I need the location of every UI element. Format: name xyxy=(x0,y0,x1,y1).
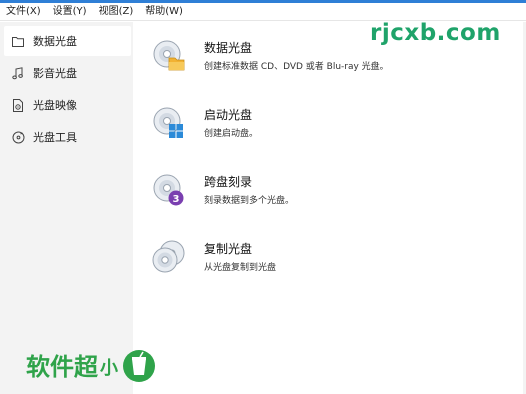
boot-disc-icon xyxy=(152,106,186,140)
copy-disc-icon xyxy=(152,240,186,274)
entry-description: 创建标准数据 CD、DVD 或者 Blu-ray 光盘。 xyxy=(204,62,389,72)
watermark-bottom: 软件超 小 xyxy=(26,349,156,383)
sidebar-item-label: 光盘工具 xyxy=(33,131,77,144)
sidebar-item-label: 数据光盘 xyxy=(33,35,77,48)
menu-view[interactable]: 视图(Z) xyxy=(99,3,134,21)
disc-tool-icon xyxy=(11,130,25,144)
watermark-top: rjcxb.com xyxy=(370,20,501,46)
span-count-badge: 3 xyxy=(173,194,180,205)
entry-title: 跨盘刻录 xyxy=(204,175,253,189)
entry-copy-disc[interactable]: 复制光盘 从光盘复制到光盘 xyxy=(152,240,512,280)
sidebar-item-disc-tools[interactable]: 光盘工具 xyxy=(4,122,131,152)
sidebar-item-label: 影音光盘 xyxy=(33,67,77,80)
entry-span-disc[interactable]: 3 跨盘刻录 刻录数据到多个光盘。 xyxy=(152,173,512,213)
sidebar-item-media-disc[interactable]: 影音光盘 xyxy=(4,58,131,88)
folder-icon xyxy=(11,34,25,48)
menu-bar: 文件(X) 设置(Y) 视图(Z) 帮助(W) xyxy=(0,3,526,21)
menu-settings[interactable]: 设置(Y) xyxy=(53,3,87,21)
data-disc-icon xyxy=(152,39,186,73)
entry-title: 启动光盘 xyxy=(204,108,253,122)
sidebar-item-disc-image[interactable]: 光盘映像 xyxy=(4,90,131,120)
watermark-text-small: 小 xyxy=(100,358,118,379)
entry-title: 数据光盘 xyxy=(204,41,253,55)
entry-boot-disc[interactable]: 启动光盘 创建启动盘。 xyxy=(152,106,512,146)
entry-description: 刻录数据到多个光盘。 xyxy=(204,196,295,206)
music-note-icon xyxy=(11,66,25,80)
menu-help[interactable]: 帮助(W) xyxy=(145,3,183,21)
sidebar: 数据光盘 影音光盘 光盘映像 光盘工具 xyxy=(0,22,133,394)
main-panel: 数据光盘 创建标准数据 CD、DVD 或者 Blu-ray 光盘。 启动光盘 创… xyxy=(133,22,526,394)
watermark-cup-logo-icon xyxy=(122,349,156,383)
entry-description: 创建启动盘。 xyxy=(204,129,259,139)
menu-file[interactable]: 文件(X) xyxy=(6,3,41,21)
sidebar-item-label: 光盘映像 xyxy=(33,99,77,112)
sidebar-item-data-disc[interactable]: 数据光盘 xyxy=(4,26,131,56)
disc-image-file-icon xyxy=(11,98,25,112)
entry-description: 从光盘复制到光盘 xyxy=(204,263,277,273)
span-disc-icon: 3 xyxy=(152,173,186,207)
watermark-text: 软件超 xyxy=(26,353,98,381)
entry-title: 复制光盘 xyxy=(204,242,253,256)
